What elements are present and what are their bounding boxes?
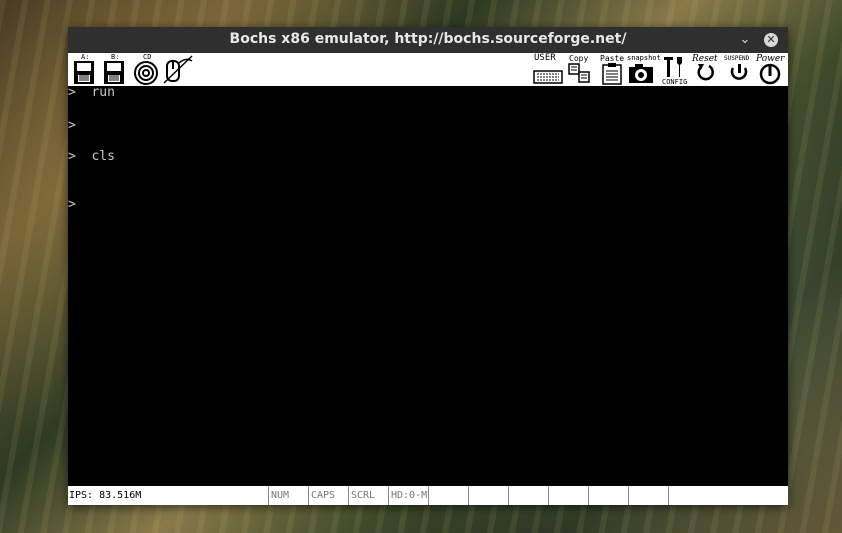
cdrom-label: CD [143,53,152,61]
prompt-glyph: > [68,118,76,133]
window-titlebar[interactable]: Bochs x86 emulator, http://bochs.sourcef… [68,27,788,53]
close-icon[interactable]: ✕ [764,33,778,47]
power-label: Power [756,54,785,64]
floppy-a-label: A: [81,53,90,61]
status-bar: IPS: 83.516M NUM CAPS SCRL HD:0-M [68,486,788,505]
status-slot [628,486,668,505]
caps-lock-indicator: CAPS [308,486,348,505]
copy-button[interactable]: Copy [566,53,594,86]
terminal-command: run [91,85,115,100]
cdrom-button[interactable]: CD [132,53,160,86]
prompt-glyph: > [68,85,76,100]
status-slot [588,486,628,505]
paste-label: Paste [600,54,625,63]
status-slot [548,486,588,505]
snapshot-button[interactable]: snapshot [626,53,661,86]
floppy-b-button[interactable]: B: [100,53,128,86]
reset-button[interactable]: Reset [692,53,722,86]
mouse-capture-button[interactable] [162,53,194,86]
config-button[interactable]: CONFIG [660,53,690,86]
scroll-lock-indicator: SCRL [348,486,388,505]
status-slot [468,486,508,505]
bochs-toolbar: A: B: CD USER Copy Paste snapshot CONFIG… [68,53,788,87]
user-label: USER [534,53,556,63]
num-lock-indicator: NUM [268,486,308,505]
terminal-line: > run [68,85,115,101]
user-button[interactable]: USER [532,53,564,86]
copy-label: Copy [569,54,589,63]
terminal-line: > [68,118,91,134]
mouse-icon [163,55,193,84]
emulator-screen[interactable]: > run > > cls > [68,85,788,486]
terminal-line: > cls [68,149,115,165]
power-button[interactable]: Power [756,53,788,86]
status-slot [428,486,468,505]
prompt-glyph: > [68,197,76,212]
status-slot [508,486,548,505]
ips-indicator: IPS: 83.516M [69,490,142,501]
floppy-a-button[interactable]: A: [70,53,98,86]
snapshot-label: snapshot [627,54,661,62]
terminal-line: > [68,197,91,213]
terminal-command: cls [91,149,115,164]
suspend-label: SUSPEND [724,55,750,62]
window-title: Bochs x86 emulator, http://bochs.sourcef… [229,31,627,47]
hard-disk-indicator: HD:0-M [388,486,428,505]
status-slot [668,486,788,505]
reset-label: Reset [692,54,718,64]
suspend-button[interactable]: SUSPEND [724,53,754,86]
paste-button[interactable]: Paste [598,53,626,86]
floppy-b-label: B: [111,53,120,61]
prompt-glyph: > [68,149,76,164]
chevron-down-icon[interactable]: ⌄ [736,31,754,49]
bochs-window: Bochs x86 emulator, http://bochs.sourcef… [68,27,788,505]
config-label: CONFIG [662,78,688,86]
